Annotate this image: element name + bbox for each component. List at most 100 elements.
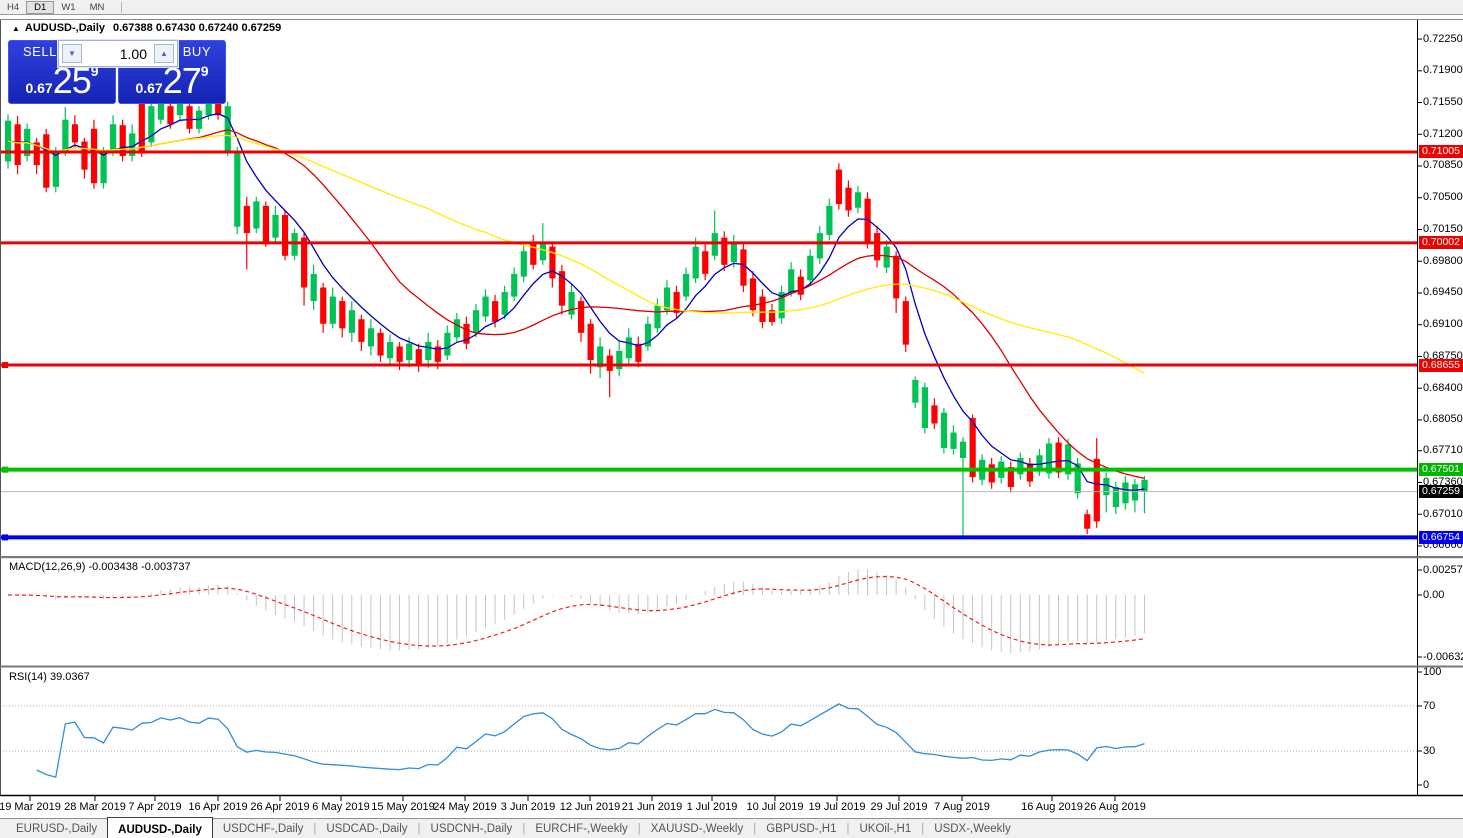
candle-body — [1026, 463, 1034, 482]
price-line-handle[interactable] — [2, 534, 8, 541]
candle-body — [71, 124, 79, 143]
chart-tab-eurusd-daily[interactable]: EURUSD-,Daily — [6, 819, 107, 838]
candle-body — [262, 205, 270, 243]
price-axis-label: 0.69100 — [1423, 318, 1463, 331]
sell-price: 0.67259 — [9, 63, 115, 99]
price-line-handle[interactable] — [2, 362, 8, 369]
one-click-trading-panel: SELL 0.67259 BUY 0.67279 ▼ 1.00 ▲ — [8, 40, 226, 104]
date-axis-label: 12 Jun 2019 — [559, 801, 621, 813]
candle-body — [711, 233, 718, 256]
candle-body — [453, 319, 461, 338]
candle-body — [396, 346, 403, 362]
candle-body — [14, 124, 21, 166]
candle-body — [740, 249, 747, 286]
candle-body — [272, 214, 279, 238]
price-level-badge: 0.67501 — [1419, 463, 1463, 477]
price-axis-label: 0.68050 — [1423, 413, 1463, 426]
timeframe-w1-button[interactable]: W1 — [54, 1, 82, 14]
price-axis-label: 0.72250 — [1423, 32, 1463, 45]
date-axis-label: 7 Aug 2019 — [934, 801, 990, 813]
candle-body — [940, 412, 948, 449]
candle-body — [606, 355, 613, 371]
chart-tab-gbpusd-h1[interactable]: GBPUSD-,H1 — [756, 819, 846, 838]
price-level-badge: 0.68655 — [1419, 358, 1463, 372]
timeframe-toolbar: H4 D1 W1 MN — [0, 0, 1463, 15]
candle-body — [387, 341, 394, 359]
macd-histogram — [17, 569, 1145, 653]
chart-tab-xauusd-weekly[interactable]: XAUUSD-,Weekly — [641, 819, 753, 838]
price-level-badge: 0.71005 — [1419, 145, 1463, 159]
chart-tab-usdcnh-daily[interactable]: USDCNH-,Daily — [421, 819, 523, 838]
candle-body — [243, 205, 250, 234]
candle-body — [310, 273, 317, 302]
macd-axis-label: -0.006326 — [1423, 650, 1463, 663]
rsi-axis-label: 0 — [1423, 778, 1430, 791]
date-axis-label: 19 Mar 2019 — [0, 801, 61, 813]
date-axis-label: 7 Apr 2019 — [128, 801, 182, 813]
candle-body — [234, 151, 241, 227]
candle-body — [816, 233, 823, 259]
candle-body — [224, 106, 231, 152]
candle-body — [329, 296, 336, 324]
candle-body — [960, 441, 967, 458]
rsi-axis-label: 70 — [1423, 699, 1436, 712]
candle-body — [845, 187, 852, 211]
volume-input[interactable]: 1.00 — [85, 46, 151, 62]
candle-body — [281, 214, 289, 256]
candle-body — [539, 242, 546, 261]
date-axis-label: 6 May 2019 — [312, 801, 370, 813]
timeframe-d1-button[interactable]: D1 — [26, 0, 55, 14]
symbol-period-label: AUDUSD-,Daily — [24, 22, 105, 34]
chart-tab-usdcad-daily[interactable]: USDCAD-,Daily — [316, 819, 417, 838]
candle-body — [931, 405, 938, 424]
sell-price-prefix: 0.67 — [25, 80, 53, 96]
date-axis-label: 24 May 2019 — [433, 801, 497, 813]
rsi-axis-label: 100 — [1423, 665, 1442, 678]
rsi-axis-label: 30 — [1423, 744, 1436, 757]
candle-body — [186, 106, 193, 129]
volume-increase-icon[interactable]: ▲ — [154, 44, 174, 63]
candle-body — [100, 151, 107, 184]
price-axis-label: 0.70500 — [1423, 191, 1463, 204]
price-line-handle[interactable] — [2, 466, 8, 473]
collapse-ohlc-icon[interactable]: ▲ — [12, 24, 20, 33]
candle-body — [62, 119, 69, 152]
chart-tabs-bar: EURUSD-,Daily AUDUSD-,Daily USDCHF-,Daily |… — [0, 817, 1463, 838]
candle-body — [482, 296, 489, 317]
candle-body — [339, 301, 346, 329]
timeframe-mn-button[interactable]: MN — [83, 1, 112, 14]
date-axis-label: 15 May 2019 — [371, 801, 435, 813]
price-axis-label: 0.71200 — [1423, 127, 1463, 140]
candle-body — [730, 242, 737, 263]
candle-body — [358, 319, 365, 342]
candle-body — [348, 310, 355, 333]
chart-tab-usdx-weekly[interactable]: USDX-,Weekly — [924, 819, 1020, 838]
ohlc-values: 0.67388 0.67430 0.67240 0.67259 — [113, 22, 282, 34]
chart-tab-usdchf-daily[interactable]: USDCHF-,Daily — [213, 819, 314, 838]
candle-body — [472, 310, 480, 333]
candle-body — [511, 273, 518, 297]
candle-body — [807, 255, 814, 281]
chart-tab-ukoil-h1[interactable]: UKOil-,H1 — [850, 819, 922, 838]
volume-decrease-icon[interactable]: ▼ — [62, 44, 82, 63]
sell-button[interactable]: SELL — [23, 44, 57, 59]
candle-body — [568, 292, 575, 315]
candle-body — [157, 101, 164, 120]
chart-tab-eurchf-weekly[interactable]: EURCHF-,Weekly — [525, 819, 637, 838]
chart-tab-audusd-daily[interactable]: AUDUSD-,Daily — [107, 817, 213, 838]
mt4-window: H4 D1 W1 MN ▲ AUDUSD-,Daily 0.67388 0.6743… — [0, 0, 1463, 838]
date-axis-label: 10 Jul 2019 — [746, 801, 804, 813]
macd-signal-line — [7, 575, 1145, 647]
candle-body — [587, 323, 594, 361]
date-axis-label: 19 Jul 2019 — [808, 801, 866, 813]
candle-body — [425, 341, 432, 361]
macd-indicator-label: MACD(12,26,9) -0.003438 -0.003737 — [9, 561, 191, 573]
candle-body — [110, 124, 117, 152]
buy-button[interactable]: BUY — [183, 44, 211, 59]
candle-body — [578, 301, 585, 333]
candle-body — [406, 343, 413, 361]
rsi-line — [36, 703, 1145, 779]
timeframe-h4-button[interactable]: H4 — [0, 1, 26, 14]
candle-body — [950, 432, 957, 449]
volume-spinner: ▼ 1.00 ▲ — [58, 40, 178, 67]
